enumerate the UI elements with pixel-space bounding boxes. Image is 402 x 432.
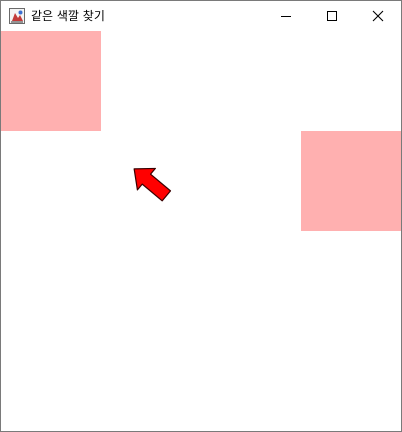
minimize-button[interactable]: [263, 1, 309, 31]
maximize-icon: [326, 7, 338, 26]
color-tile[interactable]: [301, 131, 401, 231]
maximize-button[interactable]: [309, 1, 355, 31]
title-bar[interactable]: 같은 색깔 찾기: [1, 1, 401, 31]
app-window: 같은 색깔 찾기: [0, 0, 402, 432]
color-tile[interactable]: [1, 31, 101, 131]
window-title: 같은 색깔 찾기: [31, 9, 105, 23]
arrow-icon: [129, 163, 173, 203]
java-app-icon: [9, 8, 25, 24]
close-icon: [372, 7, 384, 26]
close-button[interactable]: [355, 1, 401, 31]
minimize-icon: [280, 7, 292, 26]
game-board[interactable]: [1, 31, 401, 431]
